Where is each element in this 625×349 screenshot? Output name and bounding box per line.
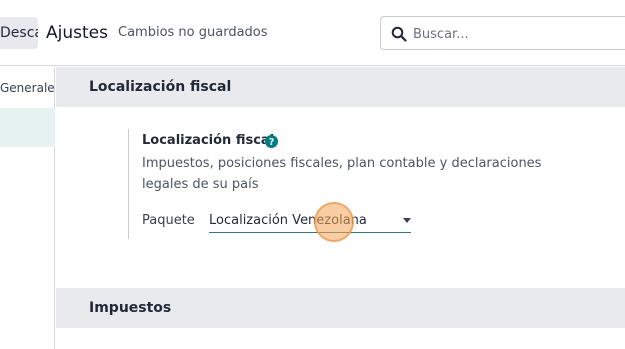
- svg-text:?: ?: [269, 137, 274, 148]
- package-label: Paquete: [142, 213, 195, 228]
- control-panel: Descartar Ajustes Cambios no guardados: [0, 0, 625, 66]
- settings-sidebar: Generales: [0, 67, 55, 349]
- settings-page: Descartar Ajustes Cambios no guardados G…: [0, 0, 625, 349]
- sidebar-item-selected[interactable]: [0, 108, 55, 147]
- section-header-taxes: Impuestos: [56, 288, 625, 328]
- caret-down-icon: [403, 218, 411, 223]
- page-title: Ajustes: [46, 23, 108, 43]
- unsaved-status: Cambios no guardados: [118, 25, 268, 40]
- discard-button[interactable]: Descartar: [0, 17, 38, 49]
- search-icon: [391, 26, 407, 42]
- section-header-fiscal-localization: Localización fiscal: [56, 67, 625, 107]
- setting-title: Localización fiscal: [142, 133, 275, 148]
- package-select[interactable]: Localización Venezolana: [209, 209, 411, 233]
- search-input[interactable]: [413, 23, 613, 45]
- setting-description: Impuestos, posiciones fiscales, plan con…: [142, 156, 542, 192]
- sidebar-item-general[interactable]: Generales: [0, 77, 55, 99]
- search-box[interactable]: [380, 16, 625, 50]
- section-title: Impuestos: [89, 300, 172, 316]
- section-title: Localización fiscal: [89, 79, 232, 95]
- question-circle-icon[interactable]: ?: [265, 135, 278, 148]
- click-highlight-indicator: [314, 202, 354, 242]
